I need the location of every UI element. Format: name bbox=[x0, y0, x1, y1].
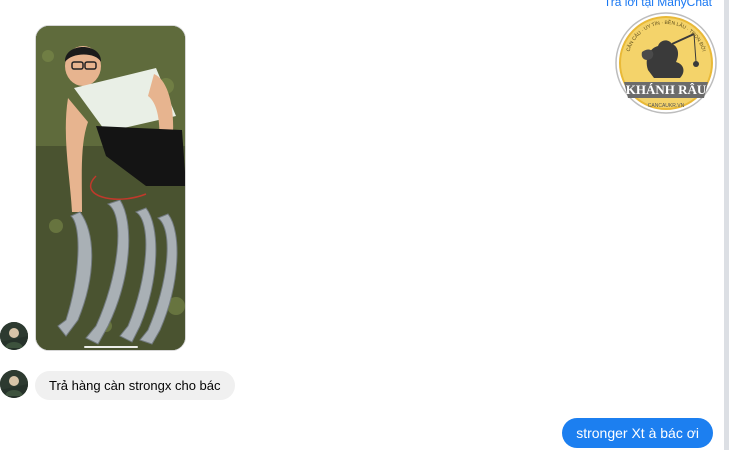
reply-in-manychat-link[interactable]: Trả lời tại ManyChat bbox=[604, 0, 712, 9]
logo-url: CANCAUKR.VN bbox=[648, 103, 685, 109]
khanh-rau-logo: KHÁNH RÂU CANCAUKR.VN CẦN CÂU · UY TÍN ·… bbox=[614, 12, 719, 115]
contact-avatar bbox=[0, 322, 28, 350]
contact-avatar bbox=[0, 370, 28, 398]
incoming-message-bubble[interactable]: Trả hàng càn strongx cho bác bbox=[35, 371, 235, 400]
scrollbar[interactable] bbox=[724, 0, 729, 450]
logo-name: KHÁNH RÂU bbox=[626, 82, 707, 97]
outgoing-message-bubble[interactable]: stronger Xt à bác ơi bbox=[562, 418, 713, 448]
photo-message[interactable] bbox=[35, 25, 186, 351]
